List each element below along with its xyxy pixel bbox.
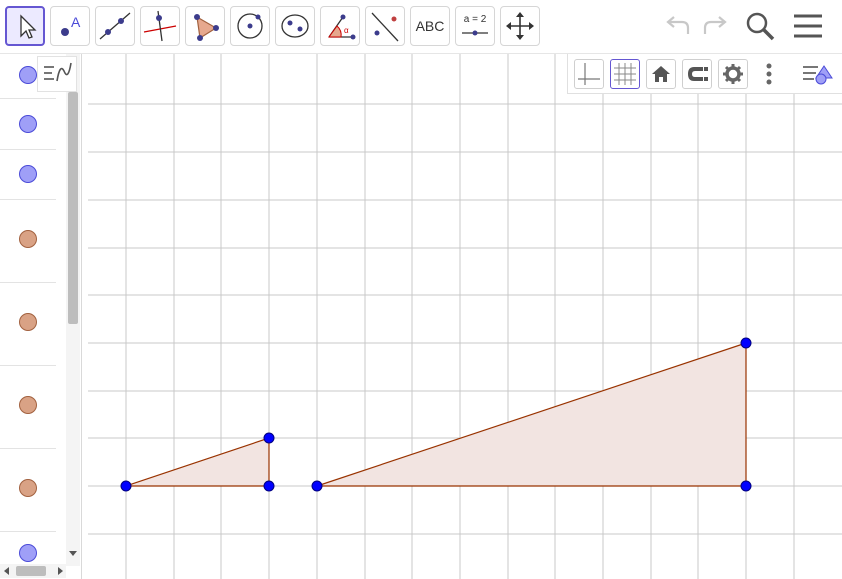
search-button[interactable] — [742, 8, 778, 44]
algebra-view — [0, 54, 82, 579]
visibility-toggle[interactable] — [19, 479, 37, 497]
point[interactable] — [311, 480, 323, 492]
angle-icon: α — [328, 14, 356, 40]
menu-icon — [794, 14, 822, 38]
algebra-item[interactable] — [0, 150, 56, 200]
algebra-item[interactable] — [0, 99, 56, 150]
reflect-icon — [371, 12, 399, 42]
algebra-item[interactable] — [0, 283, 56, 366]
toolbar: A α ABC a = 2 — [0, 0, 842, 54]
toggle-axes-button[interactable] — [574, 59, 604, 89]
point[interactable] — [263, 432, 275, 444]
more-options-button[interactable] — [758, 59, 780, 89]
axes-toggle-icon — [578, 63, 600, 85]
point[interactable] — [740, 480, 752, 492]
ellipse-tool-button[interactable] — [275, 6, 315, 46]
angle-tool-button[interactable]: α — [320, 6, 360, 46]
arrow-pointer-icon — [20, 14, 37, 39]
search-icon — [746, 12, 775, 41]
visibility-toggle[interactable] — [19, 396, 37, 414]
graphics-style-bar — [567, 54, 842, 94]
settings-icon — [723, 64, 743, 84]
point-capturing-icon — [688, 67, 708, 81]
polygon-tool-button[interactable] — [185, 6, 225, 46]
slider-tool-button[interactable]: a = 2 — [455, 6, 495, 46]
undo-button[interactable] — [660, 8, 696, 44]
perpendicular-icon — [143, 10, 177, 42]
move-arrows-icon — [506, 12, 534, 40]
move-graphics-view-tool-button[interactable] — [500, 6, 540, 46]
point[interactable] — [740, 337, 752, 349]
standard-view-button[interactable] — [646, 59, 676, 89]
main-menu-button[interactable] — [790, 8, 826, 44]
graphics-settings-button[interactable] — [718, 59, 748, 89]
point[interactable] — [263, 480, 275, 492]
visibility-toggle[interactable] — [19, 544, 37, 562]
text-tool-label: ABC — [415, 18, 445, 34]
style-bar-menu-button[interactable] — [800, 58, 836, 90]
point-tool-button[interactable]: A — [50, 6, 90, 46]
visibility-toggle[interactable] — [19, 66, 37, 84]
scroll-right-arrow-icon[interactable] — [55, 565, 65, 577]
polygon-icon — [194, 14, 219, 41]
visibility-toggle[interactable] — [19, 313, 37, 331]
graphics-view[interactable] — [88, 54, 842, 579]
svg-text:α: α — [344, 26, 349, 35]
grid-toggle-icon — [614, 63, 636, 85]
algebra-item[interactable] — [0, 366, 56, 449]
ellipse-icon — [281, 14, 309, 38]
point[interactable] — [120, 480, 132, 492]
text-tool-button[interactable]: ABC — [410, 6, 450, 46]
algebra-item[interactable] — [0, 449, 56, 532]
undo-icon — [666, 16, 690, 34]
circle-center-point-tool-button[interactable] — [230, 6, 270, 46]
visibility-toggle[interactable] — [19, 230, 37, 248]
small-triangle[interactable] — [125, 437, 270, 487]
slider-icon — [462, 30, 488, 36]
svg-text:A: A — [71, 14, 81, 30]
line-tool-button[interactable] — [95, 6, 135, 46]
redo-button[interactable] — [697, 8, 733, 44]
scroll-left-arrow-icon[interactable] — [2, 565, 12, 577]
reflect-tool-button[interactable] — [365, 6, 405, 46]
algebra-view-icon — [44, 62, 72, 82]
grid — [88, 54, 842, 579]
more-vertical-icon — [766, 63, 772, 85]
scroll-down-arrow-icon[interactable] — [66, 548, 80, 558]
line-icon — [99, 12, 131, 40]
algebra-panel-toggle-button[interactable] — [37, 56, 77, 92]
circle-icon — [237, 13, 263, 39]
visibility-toggle[interactable] — [19, 165, 37, 183]
algebra-item[interactable] — [0, 200, 56, 283]
large-triangle[interactable] — [316, 342, 747, 487]
horizontal-scrollbar-thumb[interactable] — [16, 566, 46, 576]
view-style-icon — [803, 65, 833, 85]
vertical-scrollbar-thumb[interactable] — [68, 92, 78, 324]
point-capturing-button[interactable] — [682, 59, 712, 89]
redo-icon — [703, 16, 727, 34]
point-icon: A — [61, 14, 81, 36]
home-icon — [652, 66, 670, 82]
perpendicular-line-tool-button[interactable] — [140, 6, 180, 46]
visibility-toggle[interactable] — [19, 115, 37, 133]
move-tool-button[interactable] — [5, 6, 45, 46]
toggle-grid-button[interactable] — [610, 59, 640, 89]
